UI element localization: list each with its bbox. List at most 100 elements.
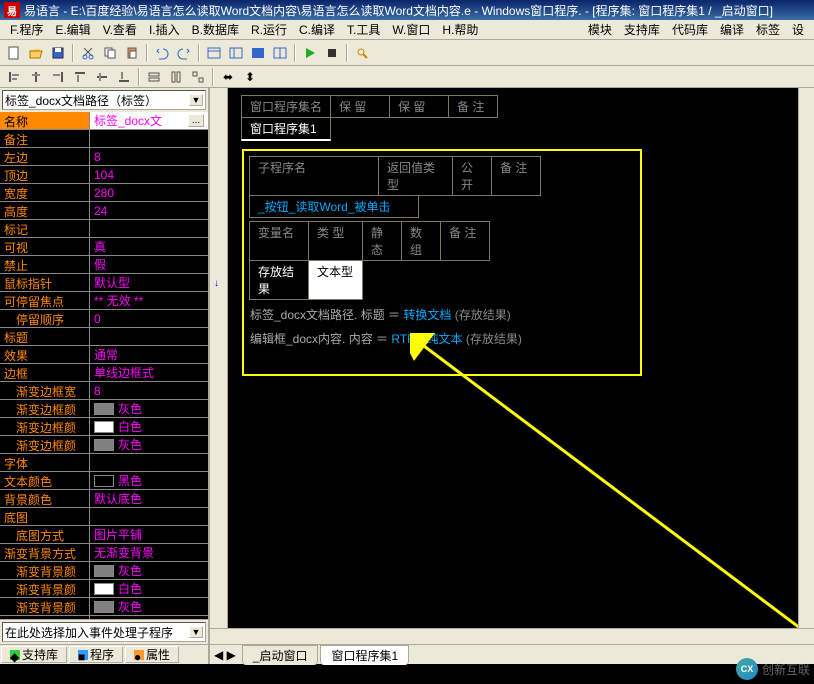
dist-v-button[interactable]: ⬍ <box>240 67 260 87</box>
property-row[interactable]: 宽度280 <box>0 184 208 202</box>
layout1-button[interactable] <box>204 43 224 63</box>
property-row[interactable]: 渐变背景方式无渐变背景 <box>0 544 208 562</box>
property-value[interactable]: 灰色 <box>90 436 208 453</box>
align-middle-button[interactable] <box>92 67 112 87</box>
property-row[interactable]: 可视真 <box>0 238 208 256</box>
layout4-button[interactable] <box>270 43 290 63</box>
ellipsis-button[interactable]: ... <box>188 114 204 127</box>
scrollbar-horizontal[interactable] <box>210 628 814 644</box>
property-row[interactable]: 备注 <box>0 130 208 148</box>
menu-edit[interactable]: E.编辑 <box>49 19 96 40</box>
run-button[interactable] <box>300 43 320 63</box>
property-row[interactable]: 名称标签_docx文... <box>0 112 208 130</box>
stop-button[interactable] <box>322 43 342 63</box>
code-line-1[interactable]: 标签_docx文档路径. 标题 ＝ 转换文档 (存放结果) <box>250 306 634 324</box>
property-value[interactable]: 104 <box>90 166 208 183</box>
property-row[interactable]: 边框单线边框式 <box>0 364 208 382</box>
property-value[interactable]: 8 <box>90 382 208 399</box>
property-row[interactable]: 左边8 <box>0 148 208 166</box>
menu-run[interactable]: R.运行 <box>245 19 293 40</box>
copy-button[interactable] <box>100 43 120 63</box>
property-value[interactable]: 灰色 <box>90 598 208 615</box>
property-value[interactable]: 黑色 <box>90 472 208 489</box>
undo-button[interactable] <box>152 43 172 63</box>
menu-insert[interactable]: I.插入 <box>143 19 186 40</box>
property-value[interactable]: 白色 <box>90 580 208 597</box>
tab-properties[interactable]: ●属性 <box>125 646 179 663</box>
property-row[interactable]: 背景颜色默认底色 <box>0 490 208 508</box>
property-row[interactable]: 渐变背景颜色白色 <box>0 580 208 598</box>
save-button[interactable] <box>48 43 68 63</box>
property-row[interactable]: 渐变边框颜色灰色 <box>0 400 208 418</box>
property-value[interactable]: 标签_docx文... <box>90 112 208 129</box>
property-value[interactable]: 真 <box>90 238 208 255</box>
property-value[interactable] <box>90 508 208 525</box>
property-value[interactable] <box>90 130 208 147</box>
menu-support-lib[interactable]: 支持库 <box>618 19 666 40</box>
align-right-button[interactable] <box>48 67 68 87</box>
var-row[interactable]: 存放结果 文本型 <box>250 261 634 300</box>
property-value[interactable]: 280 <box>90 184 208 201</box>
property-value[interactable]: ** 无效 ** <box>90 292 208 309</box>
event-select[interactable]: 在此处选择加入事件处理子程序 ▼ <box>2 622 206 642</box>
property-value[interactable]: 24 <box>90 202 208 219</box>
menu-view[interactable]: V.查看 <box>97 19 143 40</box>
code-editor[interactable]: ↓ 窗口程序集名 保 留 保 留 备 注 窗口程序集1 子程序名 返回值类型 公 <box>210 88 814 644</box>
properties-table[interactable]: 名称标签_docx文...备注左边8顶边104宽度280高度24标记可视真禁止假… <box>0 112 208 619</box>
sub-name[interactable]: _按钮_读取Word_被单击 <box>249 195 419 218</box>
align-top-button[interactable] <box>70 67 90 87</box>
layout3-button[interactable] <box>248 43 268 63</box>
property-value[interactable]: 灰色 <box>90 562 208 579</box>
property-row[interactable]: 鼠标指针默认型 <box>0 274 208 292</box>
tab-program[interactable]: ■程序 <box>69 646 123 663</box>
property-row[interactable]: 底图 <box>0 508 208 526</box>
property-row[interactable]: 渐变边框颜色白色 <box>0 418 208 436</box>
tab-program-set[interactable]: 窗口程序集1 <box>320 645 409 665</box>
new-button[interactable] <box>4 43 24 63</box>
scrollbar-vertical[interactable] <box>798 88 814 644</box>
property-value[interactable]: 无渐变背景 <box>90 544 208 561</box>
menu-window[interactable]: W.窗口 <box>386 19 436 40</box>
tab-support-lib[interactable]: ◆支持库 <box>1 646 67 663</box>
tab-start-window[interactable]: _启动窗口 <box>242 645 319 665</box>
code-line-2[interactable]: 编辑框_docx内容. 内容 ＝ RTF到纯文本 (存放结果) <box>250 330 634 348</box>
property-row[interactable]: 渐变背景颜色灰色 <box>0 562 208 580</box>
property-value[interactable]: 0 <box>90 310 208 327</box>
property-row[interactable]: 禁止假 <box>0 256 208 274</box>
menu-tools[interactable]: T.工具 <box>341 19 386 40</box>
property-value[interactable]: 8 <box>90 148 208 165</box>
property-row[interactable]: 标记 <box>0 220 208 238</box>
property-value[interactable] <box>90 328 208 345</box>
property-value[interactable]: 通常 <box>90 346 208 363</box>
property-row[interactable]: 渐变边框宽度8 <box>0 382 208 400</box>
menu-help[interactable]: H.帮助 <box>436 19 484 40</box>
menu-program[interactable]: F.程序 <box>4 19 49 40</box>
same-height-button[interactable] <box>166 67 186 87</box>
property-row[interactable]: 标题 <box>0 328 208 346</box>
find-button[interactable] <box>352 43 372 63</box>
property-row[interactable]: 高度24 <box>0 202 208 220</box>
align-bottom-button[interactable] <box>114 67 134 87</box>
menu-module[interactable]: 模块 <box>582 19 618 40</box>
menu-compile[interactable]: C.编译 <box>293 19 341 40</box>
menu-settings[interactable]: 设 <box>786 19 810 40</box>
property-value[interactable]: 白色 <box>90 418 208 435</box>
property-row[interactable]: 停留顺序0 <box>0 310 208 328</box>
property-value[interactable]: 图片平铺 <box>90 526 208 543</box>
property-row[interactable]: 渐变边框颜色灰色 <box>0 436 208 454</box>
menu-compile-r[interactable]: 编译 <box>714 19 750 40</box>
property-value[interactable] <box>90 220 208 237</box>
same-size-button[interactable] <box>188 67 208 87</box>
menu-database[interactable]: B.数据库 <box>186 19 245 40</box>
property-value[interactable]: 假 <box>90 256 208 273</box>
program-set-name[interactable]: 窗口程序集1 <box>241 117 331 141</box>
same-width-button[interactable] <box>144 67 164 87</box>
paste-button[interactable] <box>122 43 142 63</box>
layout2-button[interactable] <box>226 43 246 63</box>
property-row[interactable]: 渐变背景颜色灰色 <box>0 598 208 616</box>
property-value[interactable] <box>90 454 208 471</box>
property-value[interactable]: 单线边框式 <box>90 364 208 381</box>
menu-code-lib[interactable]: 代码库 <box>666 19 714 40</box>
open-button[interactable] <box>26 43 46 63</box>
dist-h-button[interactable]: ⬌ <box>218 67 238 87</box>
